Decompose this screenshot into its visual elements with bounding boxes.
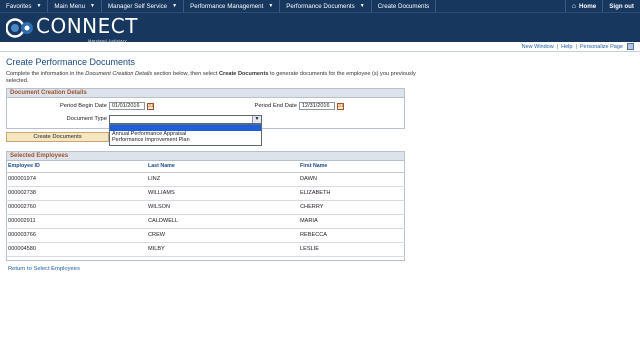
header-banner: CONNECT Maryland Judiciary	[0, 12, 640, 43]
nav-performance-management[interactable]: Performance Management ▼	[184, 0, 281, 12]
logo-text: CONNECT	[36, 14, 138, 38]
last-name-cell: WILSON	[146, 200, 298, 215]
employee-id-cell: 000004580	[6, 242, 146, 257]
nav-manager-self-service[interactable]: Manager Self Service ▼	[102, 0, 185, 12]
first-name-cell: REBECCA	[298, 228, 405, 243]
table-row: 000004580 MILBY LESLIE	[6, 242, 405, 257]
employee-id-cell: 000002911	[6, 214, 146, 229]
instruction-text: Complete the information in the Document…	[6, 71, 416, 84]
divider	[0, 51, 640, 52]
period-end-date-input[interactable]: 12/31/2016	[299, 102, 335, 110]
home-icon: ⌂	[571, 2, 577, 10]
table-row: 000001974 LINZ DAWN	[6, 172, 405, 187]
table-row: 000002738 WILLIAMS ELIZABETH	[6, 186, 405, 201]
employee-id-cell: 000002738	[6, 186, 146, 201]
nav-performance-documents[interactable]: Performance Documents ▼	[280, 0, 372, 12]
table-row: 000002760 WILSON CHERRY	[6, 200, 405, 215]
logo-mark-icon	[6, 18, 33, 38]
employee-id-cell: 000002760	[6, 200, 146, 215]
last-name-cell: CREW	[146, 228, 298, 243]
home-link[interactable]: ⌂ Home	[564, 0, 602, 12]
last-name-cell: CALDWELL	[146, 214, 298, 229]
section-header: Document Creation Details	[7, 89, 404, 98]
document-type-label: Document Type	[66, 116, 108, 122]
last-name-cell: WILLIAMS	[146, 186, 298, 201]
document-type-dropdown-list: Annual Performance Appraisal Performance…	[109, 124, 262, 146]
logo-subtitle: Maryland Judiciary	[88, 38, 127, 43]
first-name-cell: ELIZABETH	[298, 186, 405, 201]
dropdown-option-improvement-plan[interactable]: Performance Improvement Plan	[110, 137, 261, 143]
create-documents-button[interactable]: Create Documents	[6, 132, 109, 142]
nav-create-documents[interactable]: Create Documents	[372, 0, 437, 12]
nav-favorites[interactable]: Favorites ▼	[0, 0, 49, 12]
table-row: 000003766 CREW REBECCA	[6, 228, 405, 243]
expand-icon[interactable]	[627, 43, 634, 50]
column-header-employee-id: Employee ID	[6, 161, 146, 173]
column-header-first-name: First Name	[298, 161, 405, 173]
nav-main-menu[interactable]: Main Menu ▼	[48, 0, 102, 12]
chevron-down-icon: ▼	[172, 3, 178, 9]
chevron-down-icon: ▼	[90, 3, 95, 9]
chevron-down-icon: ▼	[268, 3, 274, 9]
document-type-select[interactable]: ▼	[109, 115, 262, 124]
section-header: Selected Employees	[7, 152, 404, 161]
period-end-label: Period End Date	[254, 103, 297, 109]
employees-table: Employee ID Last Name First Name 0000019…	[6, 161, 405, 257]
table-row: 000002911 CALDWELL MARIA	[6, 214, 405, 229]
first-name-cell: MARIA	[298, 214, 405, 229]
first-name-cell: CHERRY	[298, 200, 405, 215]
sign-out-link[interactable]: Sign out	[602, 0, 640, 12]
chevron-down-icon[interactable]: ▼	[252, 116, 261, 123]
new-window-link[interactable]: New Window	[522, 44, 554, 50]
column-header-last-name: Last Name	[146, 161, 298, 173]
first-name-cell: LESLIE	[298, 242, 405, 257]
calendar-icon[interactable]: 31	[337, 103, 344, 110]
calendar-icon[interactable]: 31	[147, 103, 154, 110]
table-header-row: Employee ID Last Name First Name	[6, 161, 405, 173]
employee-id-cell: 000003766	[6, 228, 146, 243]
chevron-down-icon: ▼	[36, 3, 42, 9]
last-name-cell: LINZ	[146, 172, 298, 187]
personalize-page-link[interactable]: Personalize Page	[580, 44, 623, 50]
return-to-select-employees-link[interactable]: Return to Select Employees	[8, 266, 80, 272]
employee-id-cell: 000001974	[6, 172, 146, 187]
top-navigation-bar: Favorites ▼ Main Menu ▼ Manager Self Servi…	[0, 0, 640, 12]
last-name-cell: MILBY	[146, 242, 298, 257]
utility-links: New Window | Help | Personalize Page	[522, 43, 634, 50]
period-begin-label: Period Begin Date	[59, 103, 107, 109]
page-title: Create Performance Documents	[6, 57, 136, 67]
help-link[interactable]: Help	[561, 44, 572, 50]
first-name-cell: DAWN	[298, 172, 405, 187]
chevron-down-icon: ▼	[359, 3, 365, 9]
period-begin-date-input[interactable]: 01/01/2016	[109, 102, 145, 110]
